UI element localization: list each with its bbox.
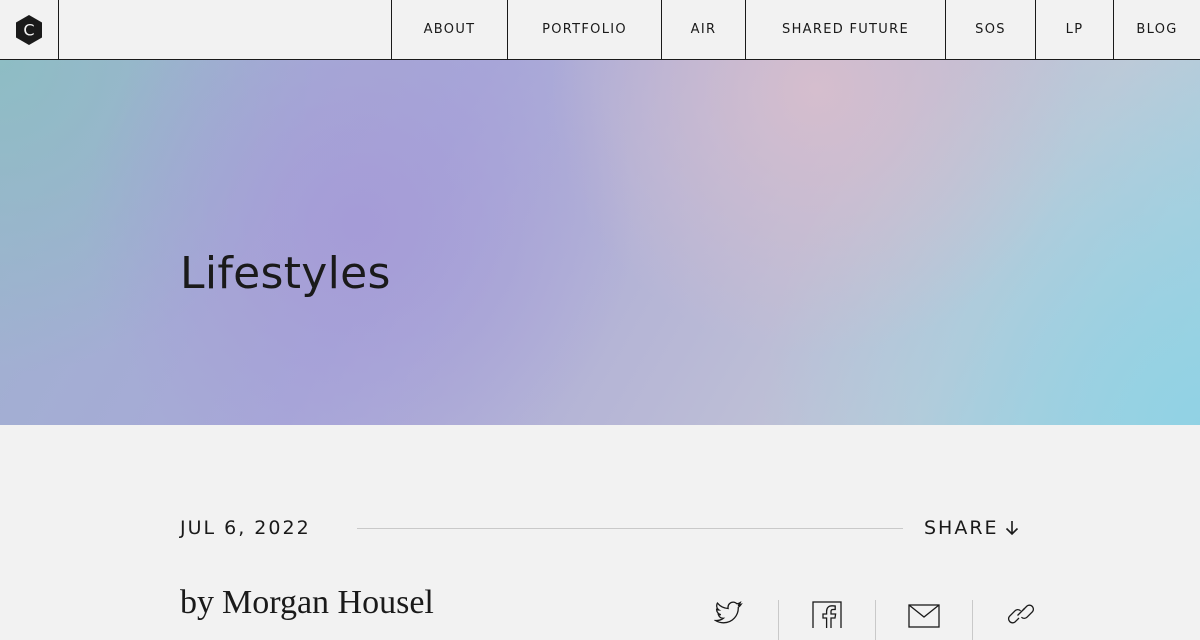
byline-prefix: by: [180, 584, 214, 621]
logo-letter: C: [23, 20, 34, 39]
facebook-share-button[interactable]: [803, 596, 851, 636]
hero-banner: Lifestyles: [0, 60, 1200, 425]
nav-item-lp[interactable]: LP: [1035, 0, 1113, 59]
link-icon: [1008, 604, 1034, 624]
nav-item-about[interactable]: ABOUT: [391, 0, 507, 59]
nav-item-portfolio[interactable]: PORTFOLIO: [507, 0, 661, 59]
email-icon: [908, 604, 940, 628]
hexagon-c-logo-icon: C: [16, 14, 42, 45]
facebook-icon: [812, 601, 842, 628]
social-divider: [972, 600, 973, 640]
social-divider: [875, 600, 876, 640]
share-button[interactable]: SHARE: [924, 517, 1019, 539]
main-nav: ABOUT PORTFOLIO AIR SHARED FUTURE SOS LP…: [391, 0, 1200, 59]
nav-item-air[interactable]: AIR: [661, 0, 745, 59]
site-logo-link[interactable]: C: [0, 0, 59, 59]
email-share-button[interactable]: [900, 596, 948, 636]
arrow-down-icon: [1005, 521, 1018, 536]
top-navbar: C ABOUT PORTFOLIO AIR SHARED FUTURE SOS …: [0, 0, 1200, 60]
social-divider: [778, 600, 779, 640]
author-byline: by Morgan Housel: [180, 584, 434, 622]
twitter-icon: [714, 601, 743, 624]
twitter-share-button[interactable]: [706, 596, 754, 636]
nav-item-shared-future[interactable]: SHARED FUTURE: [745, 0, 945, 59]
copy-link-button[interactable]: [997, 596, 1045, 636]
page-title: Lifestyles: [180, 248, 391, 299]
social-share-bar: [706, 596, 1045, 640]
nav-item-sos[interactable]: SOS: [945, 0, 1035, 59]
share-label: SHARE: [924, 517, 999, 539]
author-name: Morgan Housel: [222, 584, 434, 621]
meta-divider: [357, 528, 903, 529]
post-date: JUL 6, 2022: [180, 517, 311, 539]
nav-item-blog[interactable]: BLOG: [1113, 0, 1200, 59]
